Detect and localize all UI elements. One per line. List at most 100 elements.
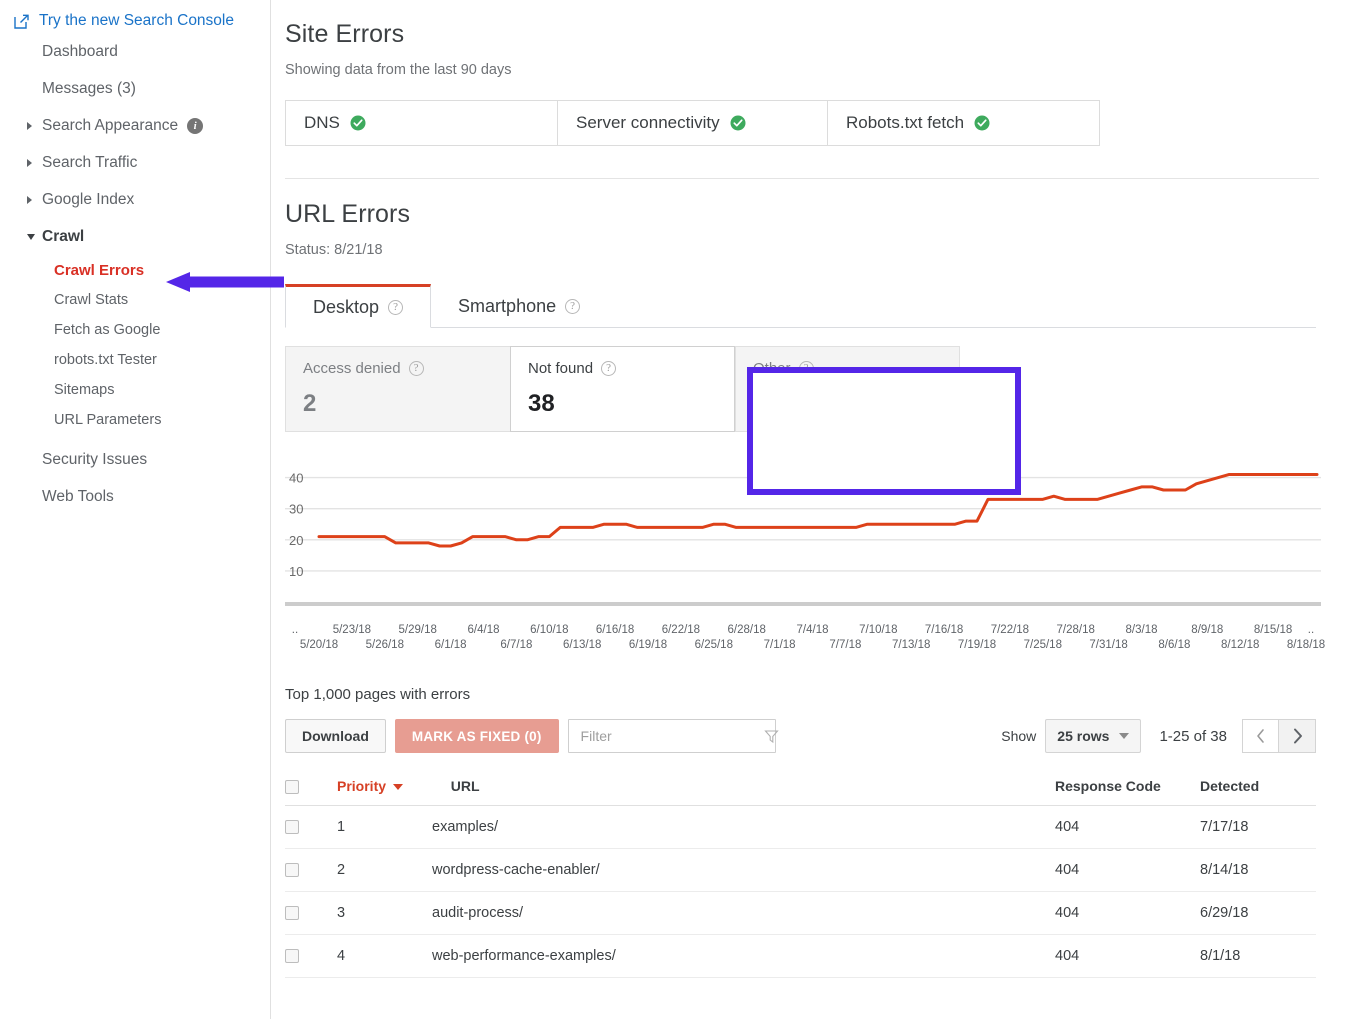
- chevron-right-icon: [27, 122, 32, 130]
- sidebar-item-label: Security Issues: [42, 451, 147, 469]
- row-detected: 7/17/18: [1200, 806, 1316, 849]
- sidebar-item-robots-txt-tester[interactable]: robots.txt Tester: [0, 345, 270, 375]
- site-errors-table: DNS Server connectivity Robots.txt fetch: [285, 100, 1100, 146]
- sidebar-item-crawl-stats[interactable]: Crawl Stats: [0, 285, 270, 315]
- chart-y-tick-label: 10: [289, 564, 303, 579]
- chart-x-tick-label: 6/28/18: [728, 624, 766, 636]
- column-header-label-url: URL: [451, 778, 480, 794]
- table-row[interactable]: 2wordpress-cache-enabler/4048/14/18: [285, 849, 1316, 892]
- sidebar-item-search-appearance[interactable]: Search Appearance i: [0, 107, 270, 144]
- column-header-priority[interactable]: Priority URL: [337, 769, 1055, 806]
- sidebar-item-search-traffic[interactable]: Search Traffic: [0, 144, 270, 181]
- sidebar-subitem-label: Crawl Errors: [54, 262, 144, 279]
- next-page-button[interactable]: [1279, 719, 1316, 753]
- chevron-right-icon: [27, 196, 32, 204]
- row-detected: 8/14/18: [1200, 849, 1316, 892]
- filter-field[interactable]: [568, 719, 776, 753]
- filter-funnel-icon[interactable]: [764, 729, 779, 744]
- row-checkbox[interactable]: [285, 863, 299, 877]
- main-content: Site Errors Showing data from the last 9…: [271, 0, 1345, 1019]
- chart-x-tick-label: 6/10/18: [530, 624, 568, 636]
- download-button[interactable]: Download: [285, 719, 386, 753]
- error-type-cards: Access denied ? 2 Not found ? 38 Other ?: [285, 346, 961, 432]
- site-error-dns[interactable]: DNS: [286, 101, 558, 145]
- url-errors-status: Status: 8/21/18: [285, 242, 1319, 258]
- row-checkbox[interactable]: [285, 906, 299, 920]
- chart-x-tick-label: 6/25/18: [695, 639, 733, 651]
- column-header-response-code[interactable]: Response Code: [1055, 769, 1200, 806]
- table-header-row: Priority URL Response Code Detected: [285, 769, 1316, 806]
- column-header-label: Priority: [337, 778, 386, 794]
- rows-per-page-value: 25 rows: [1057, 728, 1109, 744]
- site-error-label: DNS: [304, 113, 340, 133]
- row-url[interactable]: wordpress-cache-enabler/: [432, 849, 1055, 892]
- chart-x-tick-label: 8/12/18: [1221, 639, 1259, 651]
- error-card-other[interactable]: Other ? 1: [735, 346, 960, 432]
- chart-x-tick-label: 6/16/18: [596, 624, 634, 636]
- row-detected: 8/1/18: [1200, 935, 1316, 978]
- sidebar-item-dashboard[interactable]: Dashboard: [0, 33, 270, 70]
- errors-table-toolbar: Download MARK AS FIXED (0) Show 25 rows: [285, 719, 1316, 753]
- info-icon[interactable]: i: [187, 118, 203, 134]
- chevron-right-icon: [1291, 727, 1304, 745]
- sidebar-item-crawl[interactable]: Crawl: [0, 218, 270, 255]
- sidebar-item-fetch-as-google[interactable]: Fetch as Google: [0, 315, 270, 345]
- chart-x-tick-label: 6/7/18: [500, 639, 532, 651]
- row-priority: 1: [337, 806, 432, 849]
- external-link-icon: [14, 14, 29, 29]
- filter-input[interactable]: [579, 727, 764, 745]
- tab-desktop[interactable]: Desktop ?: [285, 284, 431, 328]
- chart-x-edge-label: ..: [292, 624, 298, 636]
- error-card-not-found[interactable]: Not found ? 38: [510, 346, 735, 432]
- select-all-checkbox[interactable]: [285, 780, 299, 794]
- sidebar-item-messages[interactable]: Messages (3): [0, 70, 270, 107]
- previous-page-button[interactable]: [1242, 719, 1279, 753]
- help-icon[interactable]: ?: [409, 361, 424, 376]
- sidebar-item-sitemaps[interactable]: Sitemaps: [0, 375, 270, 405]
- chart-x-tick-label: 7/22/18: [991, 624, 1029, 636]
- chart-y-tick-label: 20: [289, 533, 303, 548]
- device-tabs: Desktop ? Smartphone ?: [285, 286, 1316, 328]
- row-priority: 4: [337, 935, 432, 978]
- help-icon[interactable]: ?: [799, 361, 814, 376]
- row-response-code: 404: [1055, 892, 1200, 935]
- column-header-detected[interactable]: Detected: [1200, 769, 1316, 806]
- sidebar-item-crawl-errors[interactable]: Crawl Errors: [0, 255, 270, 285]
- row-url[interactable]: web-performance-examples/: [432, 935, 1055, 978]
- check-circle-icon: [974, 115, 990, 131]
- help-icon[interactable]: ?: [601, 361, 616, 376]
- help-icon[interactable]: ?: [565, 299, 580, 314]
- sidebar-subitem-label: robots.txt Tester: [54, 352, 157, 368]
- chart-x-tick-label: 7/19/18: [958, 639, 996, 651]
- tab-smartphone[interactable]: Smartphone ?: [431, 285, 607, 327]
- error-card-label: Access denied: [303, 360, 401, 377]
- row-priority: 3: [337, 892, 432, 935]
- row-checkbox[interactable]: [285, 949, 299, 963]
- chevron-down-icon: [1119, 733, 1129, 739]
- sidebar-item-label: Google Index: [42, 191, 134, 209]
- chevron-left-icon: [1255, 728, 1266, 744]
- chart-x-tick-label: 6/13/18: [563, 639, 601, 651]
- sidebar-item-url-parameters[interactable]: URL Parameters: [0, 405, 270, 435]
- mark-as-fixed-button[interactable]: MARK AS FIXED (0): [395, 719, 559, 753]
- row-url[interactable]: examples/: [432, 806, 1055, 849]
- column-header-label: Detected: [1200, 778, 1259, 794]
- table-row[interactable]: 4web-performance-examples/4048/1/18: [285, 935, 1316, 978]
- table-row[interactable]: 3audit-process/4046/29/18: [285, 892, 1316, 935]
- sidebar-item-label: Search Traffic: [42, 154, 137, 172]
- site-error-robots-txt-fetch[interactable]: Robots.txt fetch: [828, 101, 1099, 145]
- try-new-search-console-link[interactable]: Try the new Search Console: [0, 9, 270, 33]
- sidebar-item-google-index[interactable]: Google Index: [0, 181, 270, 218]
- sidebar-subitem-label: Sitemaps: [54, 382, 114, 398]
- sidebar-subitem-label: Crawl Stats: [54, 292, 128, 308]
- row-url[interactable]: audit-process/: [432, 892, 1055, 935]
- rows-per-page-select[interactable]: 25 rows: [1045, 719, 1141, 753]
- row-checkbox[interactable]: [285, 820, 299, 834]
- table-row[interactable]: 1examples/4047/17/18: [285, 806, 1316, 849]
- site-error-server-connectivity[interactable]: Server connectivity: [558, 101, 828, 145]
- error-card-access-denied[interactable]: Access denied ? 2: [285, 346, 510, 432]
- help-icon[interactable]: ?: [388, 300, 403, 315]
- sidebar-item-web-tools[interactable]: Web Tools: [0, 478, 270, 515]
- sidebar-item-security-issues[interactable]: Security Issues: [0, 441, 270, 478]
- chart-x-tick-label: 6/19/18: [629, 639, 667, 651]
